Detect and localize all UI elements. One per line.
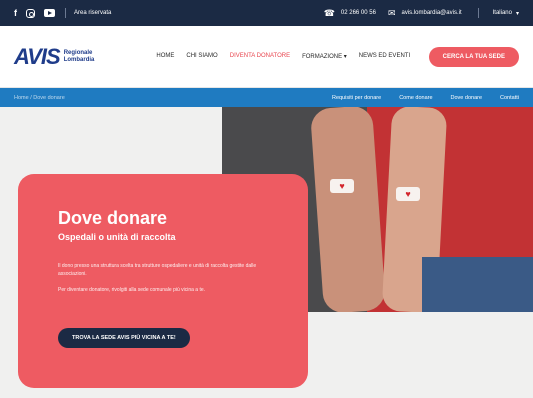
jeans (422, 257, 533, 312)
nav-diventa-donatore[interactable]: DIVENTA DONATORE (230, 53, 290, 60)
nav-home[interactable]: HOME (156, 53, 174, 60)
social-links: f (14, 8, 55, 18)
nav-formazione-label: FORMAZIONE (302, 54, 343, 60)
phone-number[interactable]: 02 266 00 56 (341, 10, 376, 16)
hero-body-text: Il dono presso una struttura scelta tra … (58, 263, 257, 277)
language-label: Italiano (492, 10, 512, 16)
breadcrumb[interactable]: Home / Dove donare (14, 95, 65, 101)
cerca-sede-button[interactable]: CERCA LA TUA SEDE (428, 46, 519, 67)
hero-section: ♥ ♥ Dove donare Ospedali o unità di racc… (0, 107, 533, 398)
secondary-nav: Home / Dove donare Requisiti per donare … (0, 88, 533, 107)
subnav-contatti[interactable]: Contatti (500, 95, 519, 101)
main-nav: HOME CHI SIAMO DIVENTA DONATORE FORMAZIO… (156, 53, 410, 60)
heart-bandage-icon: ♥ (396, 187, 420, 201)
logo-line-2: Lombardia (63, 56, 95, 63)
email-link[interactable]: avis.lombardia@avis.it (402, 10, 462, 16)
youtube-icon[interactable] (44, 9, 55, 17)
contact-info: ☎ 02 266 00 56 ✉ avis.lombardia@avis.it … (324, 8, 519, 19)
nav-formazione[interactable]: FORMAZIONE ▾ (302, 53, 347, 60)
heart-bandage-icon: ♥ (330, 179, 354, 193)
language-selector[interactable]: Italiano ▾ (493, 10, 519, 17)
mail-icon: ✉ (387, 7, 396, 18)
nav-news-eventi[interactable]: NEWS ED EVENTI (359, 53, 410, 60)
phone-icon: ☎ (323, 7, 335, 18)
hero-card: Dove donare Ospedali o unità di raccolta… (18, 174, 308, 388)
avis-logo[interactable]: AVIS Regionale Lombardia (14, 44, 94, 70)
facebook-icon[interactable]: f (14, 8, 17, 18)
divider (477, 8, 479, 18)
instagram-icon[interactable] (26, 8, 35, 18)
subnav-dove-donare[interactable]: Dove donare (451, 95, 483, 101)
subnav-requisiti[interactable]: Requisiti per donare (332, 95, 381, 101)
area-riservata-link[interactable]: Area riservata (74, 10, 111, 16)
find-nearest-avis-button[interactable]: TROVA LA SEDE AVIS PIÙ VICINA A TE! (58, 328, 190, 348)
main-header: AVIS Regionale Lombardia HOME CHI SIAMO … (0, 26, 533, 88)
hero-body-text-2: Per diventare donatore, rivolgiti alla s… (58, 287, 206, 293)
chevron-down-icon: ▾ (515, 10, 519, 17)
divider (65, 8, 66, 18)
logo-line-1: Regionale (63, 49, 93, 56)
nav-chi-siamo[interactable]: CHI SIAMO (186, 53, 217, 60)
chevron-down-icon: ▾ (343, 54, 347, 60)
logo-mark: AVIS (14, 43, 61, 69)
logo-text: Regionale Lombardia (64, 50, 95, 64)
hero-subtitle: Ospedali o unità di raccolta (58, 232, 176, 242)
secondary-links: Requisiti per donare Come donare Dove do… (332, 95, 519, 101)
subnav-come-donare[interactable]: Come donare (399, 95, 432, 101)
top-bar: f Area riservata ☎ 02 266 00 56 ✉ avis.l… (0, 0, 533, 26)
hero-title: Dove donare (58, 208, 168, 228)
